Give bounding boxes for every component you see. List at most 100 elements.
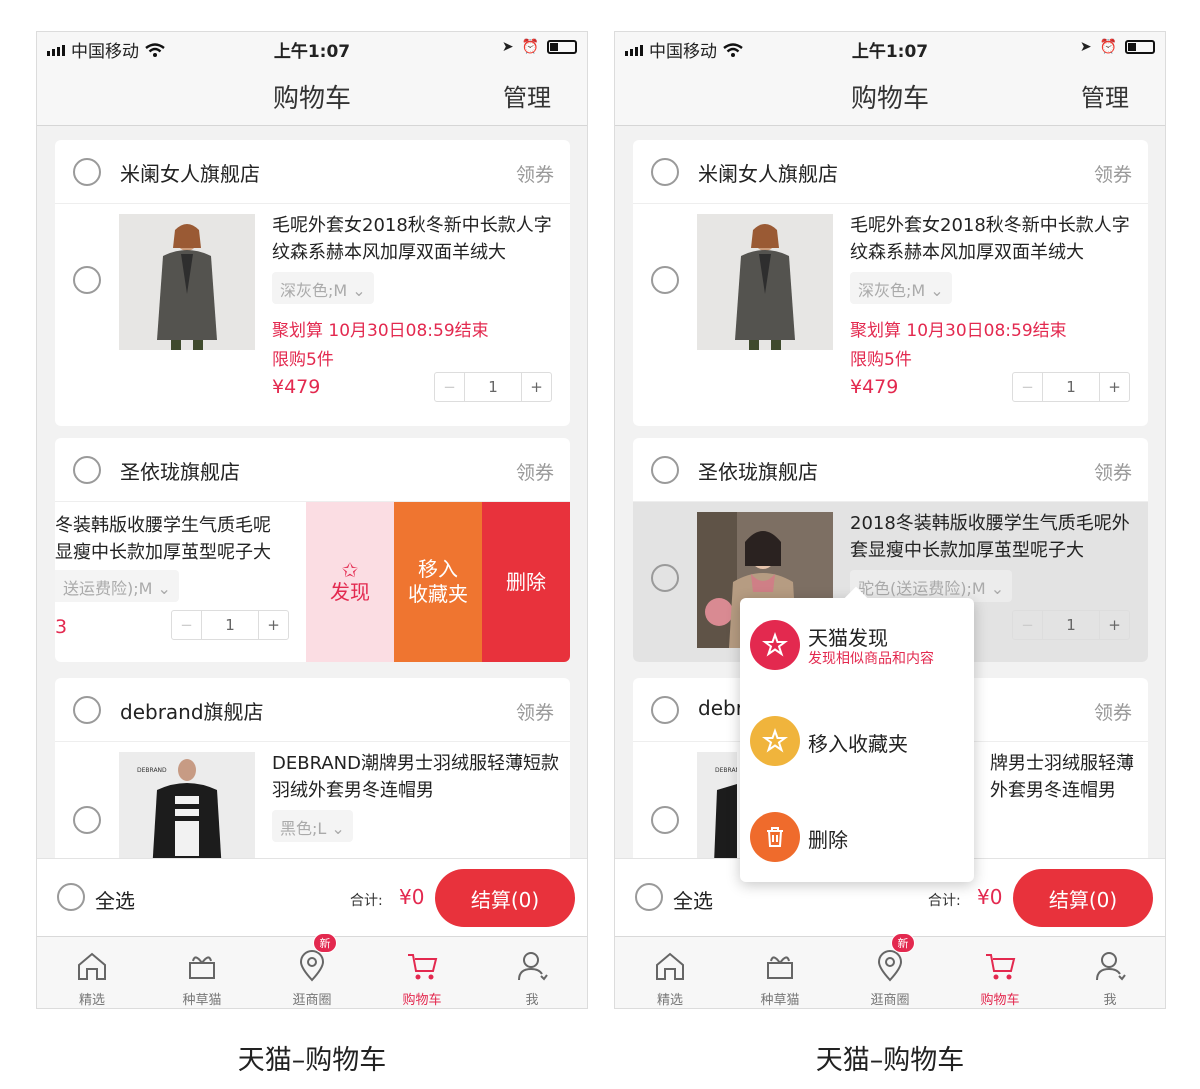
promo-text: 聚划算 10月30日08:59结束 bbox=[272, 321, 489, 341]
quantity-stepper[interactable]: − 1 + bbox=[171, 610, 289, 640]
total-label: 合计: bbox=[350, 893, 383, 909]
sku-selector[interactable]: 黑色;L ⌄ bbox=[272, 810, 353, 842]
menu-item-favorite[interactable]: 移入收藏夹 bbox=[750, 716, 970, 768]
item-select-radio[interactable] bbox=[651, 266, 679, 294]
coupon-button[interactable]: 领券 bbox=[516, 160, 554, 187]
favorite-action-button[interactable]: 移入 收藏夹 bbox=[394, 502, 482, 662]
tab-me[interactable]: 我 bbox=[477, 937, 587, 1008]
shop-select-radio[interactable] bbox=[73, 696, 101, 724]
magic-wand-icon: ✩ bbox=[341, 557, 359, 582]
product-image[interactable] bbox=[119, 214, 255, 350]
cart-list[interactable]: 米阑女人旗舰店 领券 毛呢外套女2018秋冬新中长款人字纹森系赫本风加厚双面羊绒… bbox=[37, 126, 587, 858]
tab-grass[interactable]: 种草猫 bbox=[147, 937, 257, 1008]
item-price: ¥479 bbox=[272, 376, 321, 398]
shop-select-radio[interactable] bbox=[73, 456, 101, 484]
alarm-icon: ⏰ bbox=[1099, 39, 1117, 55]
menu-item-delete[interactable]: 删除 bbox=[750, 812, 970, 864]
quantity-stepper[interactable]: − 1 + bbox=[434, 372, 552, 402]
product-image[interactable]: DEBRAND bbox=[119, 752, 255, 858]
brand-mark: DEBRAND bbox=[137, 767, 167, 774]
increase-button[interactable]: + bbox=[1099, 373, 1129, 401]
shop-card: debrand旗舰店 领券 DEBRAND DEBRAND潮牌男士羽绒服轻薄短款… bbox=[55, 678, 570, 858]
shop-select-radio[interactable] bbox=[651, 696, 679, 724]
shop-name[interactable]: debr bbox=[698, 696, 744, 720]
shop-select-radio[interactable] bbox=[651, 456, 679, 484]
tab-grass[interactable]: 种草猫 bbox=[725, 937, 835, 1008]
alarm-icon: ⏰ bbox=[521, 39, 539, 55]
magic-wand-icon bbox=[750, 620, 800, 670]
quantity-value[interactable]: 1 bbox=[465, 373, 521, 401]
increase-button[interactable]: + bbox=[258, 611, 288, 639]
product-title[interactable]: 毛呢外套女2018秋冬新中长款人字纹森系赫本风加厚双面羊绒大 bbox=[850, 212, 1140, 266]
shop-select-radio[interactable] bbox=[651, 158, 679, 186]
discover-action-button[interactable]: ✩ 发现 bbox=[306, 502, 394, 662]
cart-item[interactable]: DEBRAND DEBRAND潮牌男士羽绒服轻薄短款羽绒外套男冬连帽男 黑色;L… bbox=[55, 742, 570, 858]
coupon-button[interactable]: 领券 bbox=[1094, 160, 1132, 187]
shop-name[interactable]: 圣依珑旗舰店 bbox=[120, 456, 240, 485]
tab-featured[interactable]: 精选 bbox=[615, 937, 725, 1008]
cart-item[interactable]: 毛呢外套女2018秋冬新中长款人字纹森系赫本风加厚双面羊绒大 深灰色;M ⌄ 聚… bbox=[633, 204, 1148, 426]
select-all-label[interactable]: 全选 bbox=[673, 885, 713, 914]
delete-action-button[interactable]: 删除 bbox=[482, 502, 570, 662]
gift-icon bbox=[767, 956, 793, 979]
decrease-button[interactable]: − bbox=[1013, 611, 1043, 639]
item-select-radio[interactable] bbox=[73, 806, 101, 834]
increase-button[interactable]: + bbox=[521, 373, 551, 401]
menu-item-discover[interactable]: 天猫发现 发现相似商品和内容 bbox=[750, 620, 970, 672]
caption-right: 天猫–购物车 bbox=[815, 1045, 965, 1076]
quantity-value[interactable]: 1 bbox=[1043, 373, 1099, 401]
promo-text: 聚划算 10月30日08:59结束 bbox=[850, 321, 1067, 341]
tab-featured[interactable]: 精选 bbox=[37, 937, 147, 1008]
tab-cart[interactable]: 购物车 bbox=[367, 937, 477, 1008]
quantity-value[interactable]: 1 bbox=[202, 611, 258, 639]
shop-select-radio[interactable] bbox=[73, 158, 101, 186]
decrease-button[interactable]: − bbox=[435, 373, 465, 401]
shop-header: 圣依珑旗舰店 领券 bbox=[55, 438, 570, 502]
manage-button[interactable]: 管理 bbox=[1081, 78, 1129, 113]
checkout-button[interactable]: 结算(0) bbox=[435, 869, 575, 927]
tab-mall[interactable]: 新 逛商圈 bbox=[257, 933, 367, 1008]
phone-screen-right: 中国移动 上午1:07 ➤ ⏰ 购物车 管理 米阑女人旗舰店 领券 毛呢外套女2… bbox=[614, 31, 1166, 1009]
checkout-button[interactable]: 结算(0) bbox=[1013, 869, 1153, 927]
shop-name[interactable]: 圣依珑旗舰店 bbox=[698, 456, 818, 485]
increase-button[interactable]: + bbox=[1099, 611, 1129, 639]
shop-card: 米阑女人旗舰店 领券 毛呢外套女2018秋冬新中长款人字纹森系赫本风加厚双面羊绒… bbox=[633, 140, 1148, 426]
product-image[interactable]: DEBRAND bbox=[697, 752, 737, 858]
quantity-stepper[interactable]: − 1 + bbox=[1012, 372, 1130, 402]
coupon-button[interactable]: 领券 bbox=[1094, 458, 1132, 485]
total-label: 合计: bbox=[928, 893, 961, 909]
select-all-radio[interactable] bbox=[635, 883, 663, 911]
chevron-down-icon: ⌄ bbox=[352, 281, 366, 300]
manage-button[interactable]: 管理 bbox=[503, 78, 551, 113]
sku-selector[interactable]: 深灰色;M ⌄ bbox=[272, 272, 374, 304]
tab-cart[interactable]: 购物车 bbox=[945, 937, 1055, 1008]
checkout-bar: 全选 合计: ¥0 结算(0) bbox=[37, 858, 587, 936]
product-title[interactable]: DEBRAND潮牌男士羽绒服轻薄短款羽绒外套男冬连帽男 bbox=[272, 750, 562, 804]
coupon-button[interactable]: 领券 bbox=[516, 458, 554, 485]
quantity-stepper[interactable]: − 1 + bbox=[1012, 610, 1130, 640]
product-title[interactable]: 毛呢外套女2018秋冬新中长款人字纹森系赫本风加厚双面羊绒大 bbox=[272, 212, 562, 266]
shop-name[interactable]: 米阑女人旗舰店 bbox=[698, 158, 838, 187]
product-title[interactable]: 2018冬装韩版收腰学生气质毛呢外套显瘦中长款加厚茧型呢子大 bbox=[850, 510, 1140, 564]
product-title[interactable]: 牌男士羽绒服轻薄 外套男冬连帽男 bbox=[990, 750, 1140, 804]
select-all-label[interactable]: 全选 bbox=[95, 885, 135, 914]
nav-bar: 购物车 管理 bbox=[615, 64, 1165, 126]
cart-item[interactable]: 毛呢外套女2018秋冬新中长款人字纹森系赫本风加厚双面羊绒大 深灰色;M ⌄ 聚… bbox=[55, 204, 570, 426]
decrease-button[interactable]: − bbox=[172, 611, 202, 639]
decrease-button[interactable]: − bbox=[1013, 373, 1043, 401]
tab-mall[interactable]: 新 逛商圈 bbox=[835, 933, 945, 1008]
item-select-radio[interactable] bbox=[651, 806, 679, 834]
product-image[interactable] bbox=[697, 214, 833, 350]
item-select-radio[interactable] bbox=[73, 266, 101, 294]
coupon-button[interactable]: 领券 bbox=[516, 698, 554, 725]
quantity-value[interactable]: 1 bbox=[1043, 611, 1099, 639]
shop-name[interactable]: debrand旗舰店 bbox=[120, 696, 264, 725]
coupon-button[interactable]: 领券 bbox=[1094, 698, 1132, 725]
shop-name[interactable]: 米阑女人旗舰店 bbox=[120, 158, 260, 187]
cart-item-swiped[interactable]: 冬装韩版收腰学生气质毛呢 显瘦中长款加厚茧型呢子大 送运费险);M ⌄ 3 − … bbox=[55, 502, 570, 662]
sku-selector[interactable]: 送运费险);M ⌄ bbox=[55, 570, 179, 602]
item-select-radio[interactable] bbox=[651, 564, 679, 592]
sku-selector[interactable]: 深灰色;M ⌄ bbox=[850, 272, 952, 304]
tab-me[interactable]: 我 bbox=[1055, 937, 1165, 1008]
select-all-radio[interactable] bbox=[57, 883, 85, 911]
